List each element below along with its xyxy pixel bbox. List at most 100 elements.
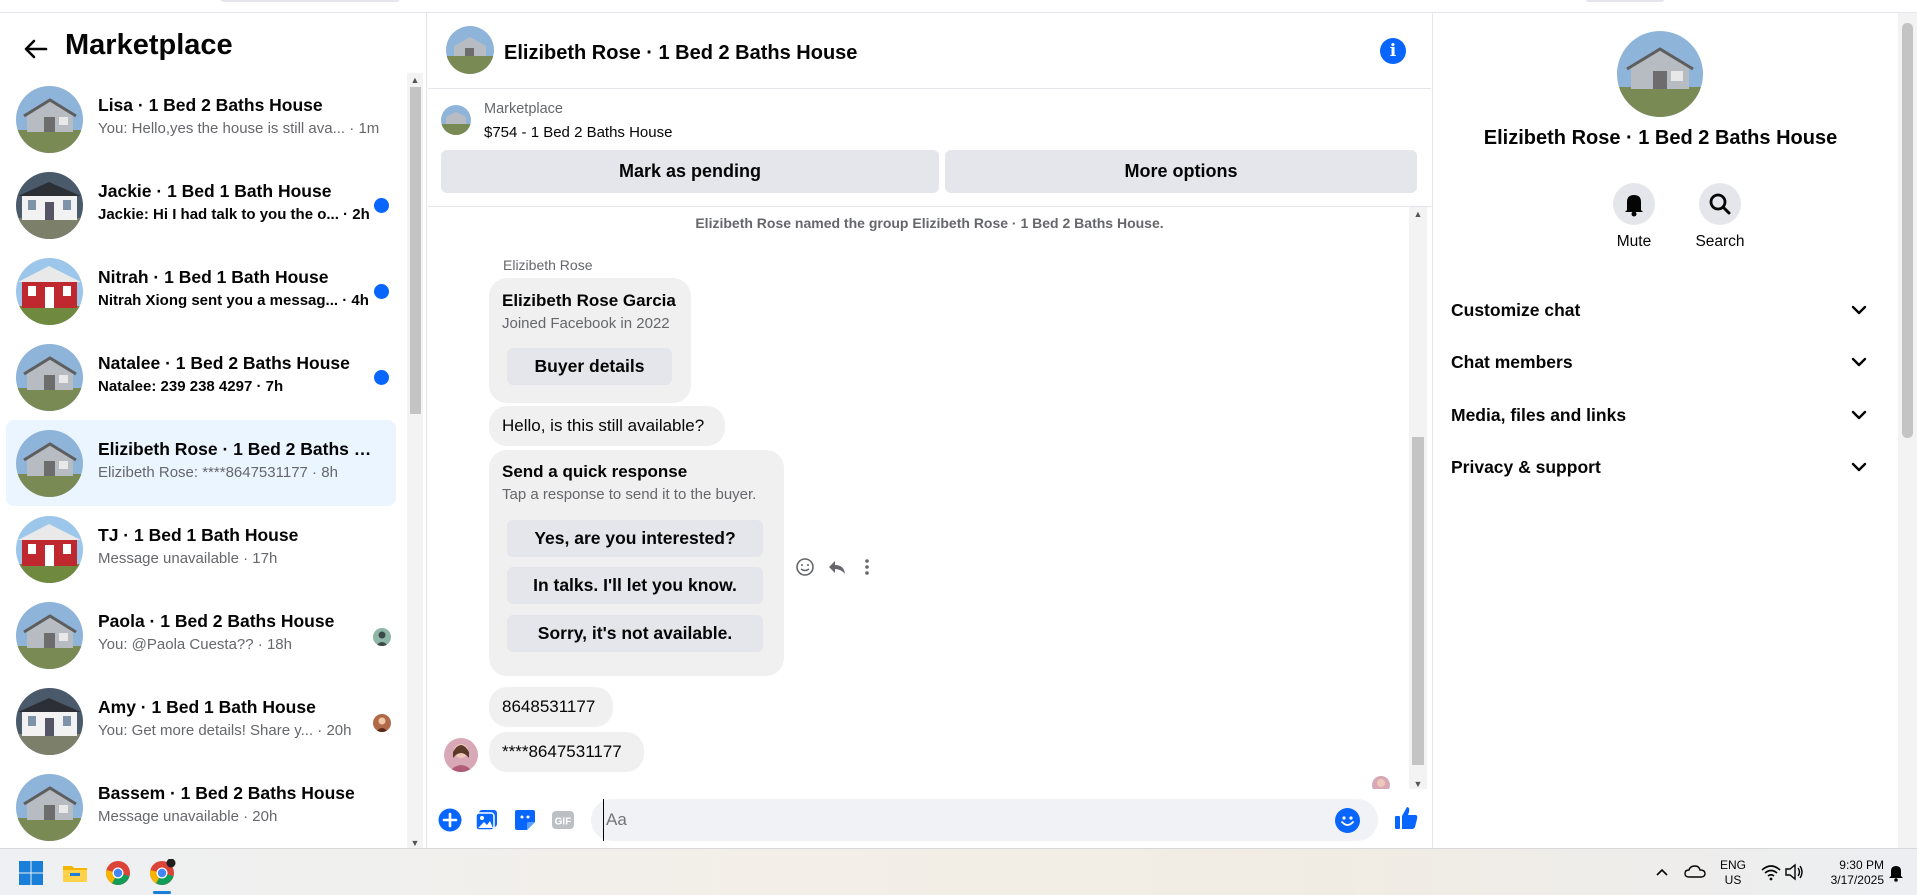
conversation-thumbnail [16,86,83,153]
quick-response-option[interactable]: Sorry, it's not available. [507,615,763,652]
conversation-item[interactable]: Natalee · 1 Bed 2 Baths House Natalee: 23… [6,334,396,420]
sidebar-scrollbar[interactable]: ▲ ▼ [407,73,423,848]
message-bubble[interactable]: 8648531177 [489,687,613,727]
message-text: ****8647531177 [502,742,622,761]
conversation-item[interactable]: Jackie · 1 Bed 1 Bath House Jackie: Hi I … [6,162,396,248]
page-scroll-thumb[interactable] [1902,23,1913,438]
mark-as-pending-button[interactable]: Mark as pending [441,150,939,193]
gif-icon[interactable]: GIF [550,807,576,833]
clock[interactable]: 9:30 PM 3/17/2025 [1812,858,1884,888]
info-icon[interactable]: i [1380,38,1406,64]
chevron-up-icon[interactable] [1651,861,1673,883]
conversation-item[interactable]: Paola · 1 Bed 2 Baths House You: @Paola C… [6,592,396,678]
listing-price[interactable]: $754 - 1 Bed 2 Baths House [484,124,672,141]
input-language[interactable]: ENG US [1720,858,1746,888]
chrome-icon[interactable] [104,859,132,887]
conversation-time: 17h [252,550,278,567]
message-bubble[interactable]: ****8647531177 [489,732,644,772]
sticker-icon[interactable] [512,807,538,833]
conversation-item[interactable]: TJ · 1 Bed 1 Bath House Message unavailab… [6,506,396,592]
conversation-time-separator: · [313,722,327,739]
search-icon[interactable] [1699,183,1741,225]
sender-avatar[interactable] [444,738,478,772]
volume-icon[interactable] [1783,861,1805,883]
conversation-preview-text: Jackie: Hi I had talk to you the o... [98,206,339,223]
chevron-down-icon[interactable] [1847,298,1871,322]
conversation-preview-text: Elizibeth Rose: ****8647531177 [98,464,308,481]
chevron-down-icon[interactable] [1847,403,1871,427]
conversation-thumbnail [16,430,83,497]
onedrive-cloud-icon[interactable] [1683,861,1707,883]
mute-action[interactable]: Mute [1594,183,1674,251]
emoji-icon[interactable] [1335,808,1360,833]
conversation-time: 4h [351,292,369,309]
buyer-details-button[interactable]: Buyer details [507,348,672,385]
conversation-name: Elizibeth Rose · 1 Bed 2 Baths H... [98,439,378,459]
conversation-item[interactable]: Lisa · 1 Bed 2 Baths House You: Hello,yes… [6,76,396,162]
more-options-button[interactable]: More options [945,150,1417,193]
read-receipt-avatar [1372,776,1390,789]
details-avatar[interactable] [1617,31,1703,117]
page-scrollbar[interactable] [1898,13,1917,848]
chrome-profile-active-icon[interactable] [148,858,176,887]
conversation-item[interactable]: Bassem · 1 Bed 2 Baths House Message unav… [6,764,396,848]
message-input[interactable] [603,799,1323,841]
conversation-time: 18h [266,636,292,653]
sidebar-scroll-thumb[interactable] [410,87,421,414]
mute-label: Mute [1616,233,1652,250]
conversation-item[interactable]: Elizibeth Rose · 1 Bed 2 Baths H... Elizi… [6,420,396,506]
notification-bell-icon[interactable] [1886,861,1906,883]
conversation-time: 2h [352,206,370,223]
react-smiley-icon[interactable] [794,556,816,584]
more-vertical-icon[interactable] [856,556,878,584]
section-label: Chat members [1451,352,1573,372]
back-arrow-icon[interactable] [18,31,54,67]
search-action[interactable]: Search [1680,183,1760,251]
profile-card-name: Elizibeth Rose Garcia [502,291,676,310]
conversation-time: 7h [265,378,284,395]
wifi-icon[interactable] [1760,861,1782,883]
listing-label[interactable]: Marketplace [484,101,563,117]
thumbs-up-icon[interactable] [1392,804,1420,832]
quick-response-option[interactable]: Yes, are you interested? [507,520,763,557]
browser-top-strip [0,0,1917,13]
chat-avatar[interactable] [446,26,494,74]
section-privacy-support[interactable]: Privacy & support [1451,445,1871,497]
conversation-preview: Message unavailable · 17h [98,550,388,567]
conversation-time: 20h [326,722,352,739]
reply-icon[interactable] [826,556,848,584]
file-explorer-icon[interactable] [61,859,89,887]
conversation-preview: You: @Paola Cuesta?? · 18h [98,636,388,653]
conversation-time-separator: · [238,550,253,567]
conversation-item[interactable]: Amy · 1 Bed 1 Bath House You: Get more de… [6,678,396,764]
listing-thumbnail[interactable] [441,105,471,135]
chevron-down-icon[interactable] [1847,350,1871,374]
section-customize-chat[interactable]: Customize chat [1451,288,1871,340]
plus-circle-icon[interactable] [437,807,463,833]
thread-scroll-thumb[interactable] [1412,437,1424,765]
windows-start-icon[interactable] [17,859,45,887]
sidebar-header: Marketplace [0,13,427,73]
conversation-time-separator: · [338,292,352,309]
section-chat-members[interactable]: Chat members [1451,340,1871,392]
thread-scrollbar[interactable]: ▲ ▼ [1409,207,1427,789]
photo-icon[interactable] [474,807,500,833]
conversation-time: 20h [252,808,278,825]
sender-name: Elizibeth Rose [503,257,593,273]
quick-response-card: Send a quick response Tap a response to … [489,450,784,676]
chat-title[interactable]: Elizibeth Rose · 1 Bed 2 Baths House [504,42,857,65]
conversation-preview: You: Get more details! Share y... · 20h [98,722,388,739]
conversation-preview-text: You: @Paola Cuesta?? [98,636,254,653]
conversation-time-separator: · [307,464,322,481]
chevron-down-icon[interactable] [1847,455,1871,479]
section-media-files-links[interactable]: Media, files and links [1451,393,1871,445]
bell-icon[interactable] [1613,183,1655,225]
marketplace-sidebar: Marketplace Lisa · 1 Bed 2 Baths House Yo… [0,13,427,848]
conversation-thumbnail [16,172,83,239]
profile-card: Elizibeth Rose Garcia Joined Facebook in… [489,278,691,403]
message-bubble[interactable]: Hello, is this still available? [489,406,725,446]
clock-time: 9:30 PM [1839,858,1884,872]
profile-card-joined: Joined Facebook in 2022 [502,315,670,332]
quick-response-option[interactable]: In talks. I'll let you know. [507,567,763,604]
conversation-item[interactable]: Nitrah · 1 Bed 1 Bath House Nitrah Xiong … [6,248,396,334]
